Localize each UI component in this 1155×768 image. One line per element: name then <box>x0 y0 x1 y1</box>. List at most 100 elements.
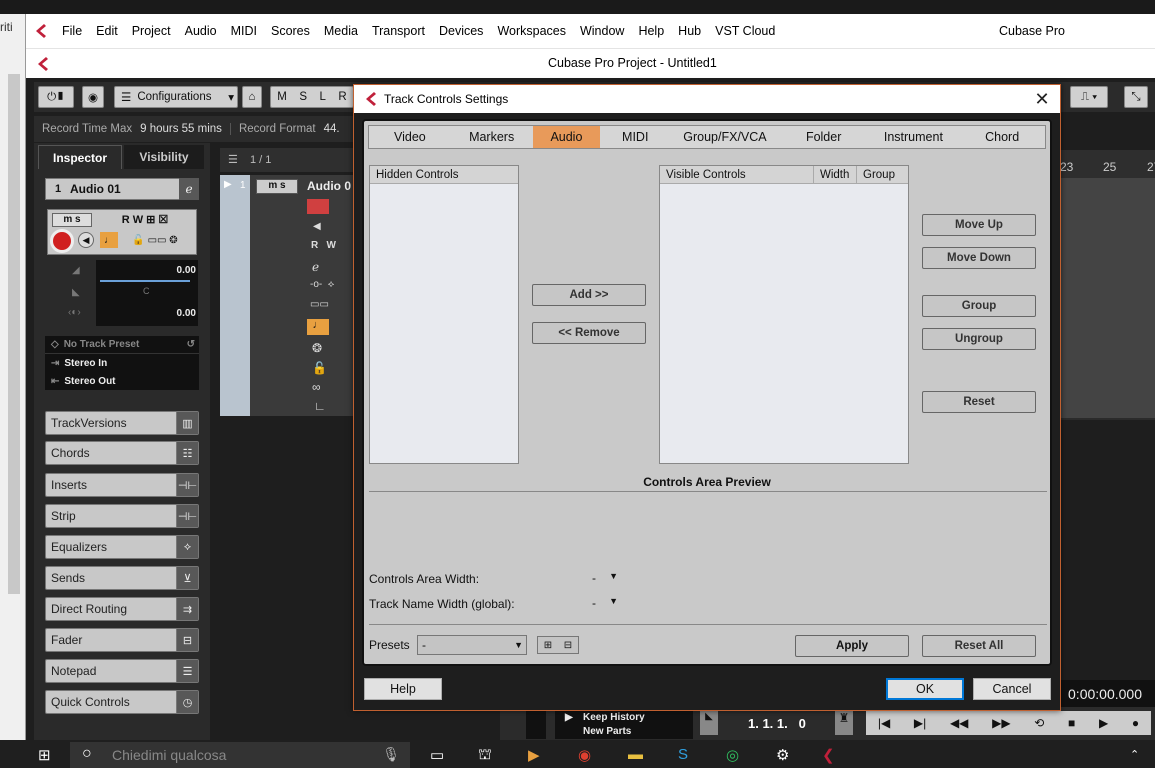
chrome-icon[interactable]: ◉ <box>578 746 591 764</box>
record-enable-button[interactable] <box>50 229 74 253</box>
nudge-icon[interactable]: ◣ <box>700 711 718 735</box>
section-strip[interactable]: Strip ⊣⊢ <box>45 504 199 528</box>
menu-workspaces[interactable]: Workspaces <box>491 24 574 38</box>
presets-dropdown[interactable]: - ▼ <box>417 635 527 655</box>
edit-icon[interactable]: ℯ <box>312 260 319 274</box>
insert-icon[interactable]: -o- ⟡ <box>310 279 334 290</box>
section-fader[interactable]: Fader ⊟ <box>45 628 199 652</box>
history-box[interactable]: ▶ Keep History New Parts <box>555 709 693 739</box>
time-display[interactable]: 0:00:00.000 <box>1055 680 1155 708</box>
move-up-button[interactable]: Move Up <box>922 214 1036 236</box>
taskbar-search[interactable]: ○ Chiedimi qualcosa 🎙 <box>70 742 410 768</box>
menu-project[interactable]: Project <box>126 24 179 38</box>
tab-group-fx-vca[interactable]: Group/FX/VCA <box>670 126 780 148</box>
tab-chord[interactable]: Chord <box>959 126 1045 148</box>
snap-type-dropdown[interactable]: ⎍ ▾ <box>1070 86 1108 108</box>
chevron-up-icon[interactable]: ⌃ <box>1130 748 1139 761</box>
section-quick-controls[interactable]: Quick Controls ◷ <box>45 690 199 714</box>
menu-vst-cloud[interactable]: VST Cloud <box>709 24 783 38</box>
controls-area-width-value[interactable]: - ▼ <box>592 571 618 585</box>
metronome-icon[interactable]: ♜ <box>835 711 853 735</box>
menu-devices[interactable]: Devices <box>433 24 491 38</box>
menu-audio[interactable]: Audio <box>179 24 225 38</box>
left-scrollbar[interactable] <box>8 74 20 594</box>
reset-all-button[interactable]: Reset All <box>922 635 1036 657</box>
skype-icon[interactable]: S <box>678 746 688 763</box>
menu-help[interactable]: Help <box>632 24 672 38</box>
cancel-button[interactable]: Cancel <box>973 678 1051 700</box>
help-button[interactable]: Help <box>364 678 442 700</box>
settings-gear-icon[interactable]: ⚙ <box>776 746 789 764</box>
store-config-icon[interactable]: ⌂ <box>242 86 262 108</box>
mute-state-button[interactable]: M <box>277 91 287 103</box>
zoom-icon[interactable]: ⤡ <box>1124 86 1148 108</box>
menu-file[interactable]: File <box>56 24 90 38</box>
record-icon[interactable]: ● <box>1132 716 1139 730</box>
media-icon[interactable]: ▶ <box>528 746 540 764</box>
freeze-icon[interactable]: ❂ <box>312 341 322 355</box>
menu-media[interactable]: Media <box>318 24 366 38</box>
task-view-icon[interactable]: ▭ <box>430 746 444 764</box>
stop-icon[interactable]: ■ <box>1068 716 1075 730</box>
track-mute-solo[interactable]: m s <box>256 179 298 194</box>
cubase-taskbar-icon[interactable]: ❮ <box>822 746 835 764</box>
edit-channel-icon[interactable]: ℯ <box>179 178 199 200</box>
input-routing-row[interactable]: ⇥ Stereo In <box>45 354 199 372</box>
rewind-icon[interactable]: ◀◀ <box>950 716 968 730</box>
constrain-delay-button[interactable]: ◉ <box>82 86 104 108</box>
remove-button[interactable]: << Remove <box>532 322 646 344</box>
configurations-dropdown[interactable]: ☰ Configurations ▾ <box>114 86 238 108</box>
hidden-controls-list[interactable]: Hidden Controls <box>369 165 519 464</box>
visible-controls-list[interactable]: Visible Controls Width Group <box>659 165 909 464</box>
tab-visibility[interactable]: Visibility <box>124 145 204 169</box>
output-routing-row[interactable]: ⇤ Stereo Out <box>45 372 199 390</box>
tab-folder[interactable]: Folder <box>780 126 868 148</box>
listen-state-button[interactable]: L <box>320 91 326 103</box>
solo-state-button[interactable]: S <box>299 91 307 103</box>
timeline-ruler[interactable]: 23 25 27 <box>1057 150 1155 178</box>
activate-project-button[interactable]: ⏻▮ <box>38 86 74 108</box>
go-to-start-icon[interactable]: |◀ <box>878 716 890 730</box>
menu-window[interactable]: Window <box>574 24 632 38</box>
read-state-button[interactable]: R <box>338 91 346 103</box>
section-chords[interactable]: Chords ☷ <box>45 441 199 465</box>
lock-icon[interactable]: 🔓 <box>312 361 327 375</box>
tab-instrument[interactable]: Instrument <box>868 126 960 148</box>
section-notepad[interactable]: Notepad ☰ <box>45 659 199 683</box>
section-direct-routing[interactable]: Direct Routing ⇉ <box>45 597 199 621</box>
move-down-button[interactable]: Move Down <box>922 247 1036 269</box>
volume-pan-display[interactable]: 0.00 C 0.00 <box>96 260 198 326</box>
menu-hub[interactable]: Hub <box>672 24 709 38</box>
store-icon[interactable]: ⛫ <box>478 746 492 765</box>
menu-transport[interactable]: Transport <box>366 24 433 38</box>
section-sends[interactable]: Sends ⊻ <box>45 566 199 590</box>
tab-markers[interactable]: Markers <box>451 126 533 148</box>
section-equalizers[interactable]: Equalizers ⟡ <box>45 535 199 559</box>
reset-button[interactable]: Reset <box>922 391 1036 413</box>
tab-inspector[interactable]: Inspector <box>38 145 122 169</box>
position-display[interactable]: 1. 1. 1. 0 <box>748 716 806 731</box>
forward-icon[interactable]: ▶▶ <box>992 716 1010 730</box>
windows-start-icon[interactable]: ⊞ <box>38 746 51 764</box>
lane-icon[interactable]: ▭▭ <box>310 299 329 310</box>
play-icon[interactable]: ▶ <box>1099 716 1108 730</box>
ok-button[interactable]: OK <box>886 678 964 700</box>
spotify-icon[interactable]: ◎ <box>726 746 739 764</box>
track-name-field[interactable]: 1 Audio 01 ▶ <box>45 178 199 200</box>
track-options-icons[interactable]: 🔓 ▭▭ ❂ <box>120 232 190 248</box>
mute-solo-buttons[interactable]: m s <box>52 213 92 227</box>
group-button[interactable]: Group <box>922 295 1036 317</box>
folder-icon[interactable]: ▬ <box>628 746 643 763</box>
timebase-icon[interactable]: ♩ <box>307 319 329 335</box>
track-preset-row[interactable]: ◇ No Track Preset ↺ <box>45 336 199 354</box>
read-write-icon[interactable]: R W <box>311 240 336 251</box>
delete-preset-icon[interactable]: ⊟ <box>564 640 572 651</box>
timebase-icon[interactable]: ♩ <box>100 232 118 248</box>
tab-video[interactable]: Video <box>369 126 451 148</box>
monitor-icon[interactable]: ◀ <box>313 221 321 232</box>
track-record-button[interactable] <box>307 199 329 214</box>
track-name-width-value[interactable]: - ▼ <box>592 596 618 610</box>
apply-button[interactable]: Apply <box>795 635 909 657</box>
tab-midi[interactable]: MIDI <box>600 126 670 148</box>
cycle-icon[interactable]: ⟲ <box>1034 716 1044 730</box>
